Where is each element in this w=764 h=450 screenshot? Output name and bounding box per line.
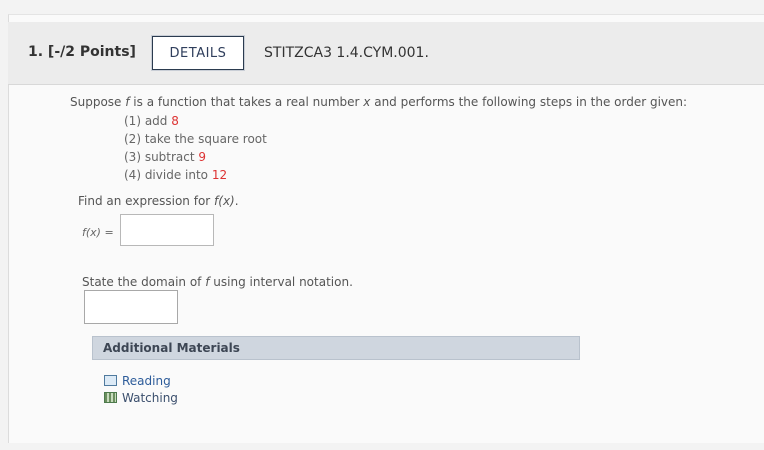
steps-list: (1) add 8 (2) take the square root (3) s… [124, 112, 267, 184]
fx-label: f(x) = [82, 226, 114, 239]
reading-link[interactable]: Reading [104, 372, 178, 389]
additional-materials-header: Additional Materials [92, 336, 580, 360]
prompt-text: is a function that takes a real number [129, 95, 364, 109]
question-points: 1. [-/2 Points] [28, 44, 136, 60]
reading-label[interactable]: Reading [122, 374, 171, 388]
prompt-text: and performs the following steps in the … [370, 95, 688, 109]
question-prompt: Suppose f is a function that takes a rea… [70, 95, 687, 109]
find-expression-prompt: Find an expression for f(x). [78, 194, 239, 208]
video-icon [104, 392, 117, 403]
book-icon [104, 375, 117, 386]
question-code: STITZCA3 1.4.CYM.001. [264, 45, 429, 61]
watching-link[interactable]: Watching [104, 389, 178, 406]
domain-prompt: State the domain of f using interval not… [82, 275, 353, 289]
watching-label[interactable]: Watching [122, 391, 178, 405]
details-button[interactable]: DETAILS [152, 36, 244, 70]
prompt-text: Suppose [70, 95, 126, 109]
step-item: (3) subtract 9 [124, 150, 207, 164]
step-item: (1) add 8 [124, 114, 179, 128]
additional-materials-title: Additional Materials [103, 341, 240, 355]
materials-list: Reading Watching [104, 372, 178, 406]
step-item: (2) take the square root [124, 132, 267, 146]
domain-answer-input[interactable] [84, 290, 178, 324]
fx-answer-input[interactable] [120, 214, 214, 246]
step-item: (4) divide into 12 [124, 168, 228, 182]
question-header: 1. [-/2 Points] DETAILS STITZCA3 1.4.CYM… [8, 22, 764, 85]
